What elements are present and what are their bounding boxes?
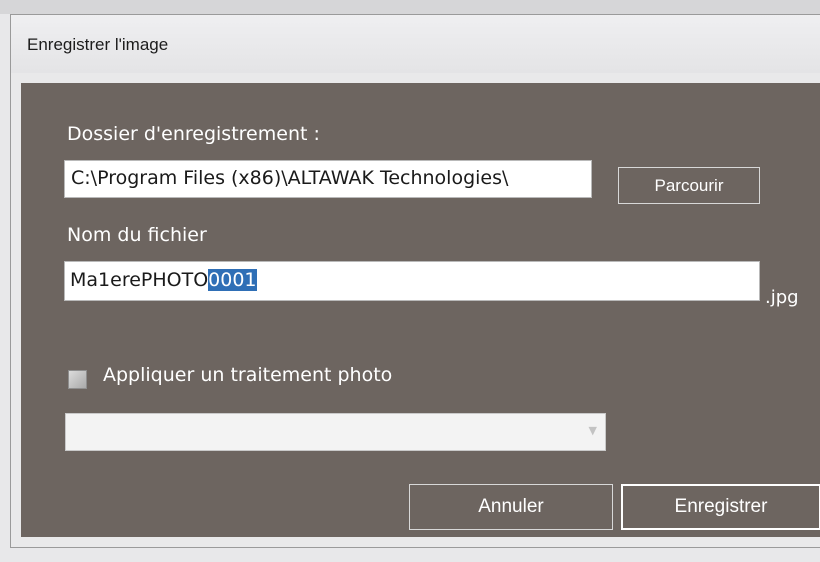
dialog-title: Enregistrer l'image (27, 35, 169, 54)
folder-path-field[interactable]: C:\Program Files (x86)\ALTAWAK Technolog… (64, 160, 592, 198)
processing-checkbox[interactable] (68, 370, 87, 389)
browse-button-label: Parcourir (654, 175, 724, 195)
filename-selected-text: 0001 (208, 269, 257, 291)
desktop-background (0, 0, 820, 14)
browse-button[interactable]: Parcourir (618, 167, 760, 204)
processing-checkbox-label[interactable]: Appliquer un traitement photo (103, 364, 392, 386)
save-button[interactable]: Enregistrer (621, 484, 820, 530)
folder-label: Dossier d'enregistrement : (67, 123, 320, 145)
processing-select[interactable]: ▼ (65, 413, 606, 451)
filename-text: Ma1erePHOTO (70, 269, 209, 291)
cancel-button-label: Annuler (478, 496, 544, 517)
save-button-label: Enregistrer (674, 496, 768, 517)
filename-input[interactable]: Ma1erePHOTO0001 (64, 261, 760, 301)
cancel-button[interactable]: Annuler (409, 484, 613, 530)
folder-path-text: C:\Program Files (x86)\ALTAWAK Technolog… (71, 167, 509, 189)
file-extension-label: .jpg (765, 287, 799, 308)
dialog-body: Dossier d'enregistrement : C:\Program Fi… (21, 83, 820, 537)
chevron-down-icon: ▼ (588, 424, 597, 437)
save-image-dialog: Enregistrer l'image Dossier d'enregistre… (10, 14, 820, 548)
title-bar[interactable]: Enregistrer l'image (11, 15, 820, 73)
filename-label: Nom du fichier (67, 224, 207, 246)
